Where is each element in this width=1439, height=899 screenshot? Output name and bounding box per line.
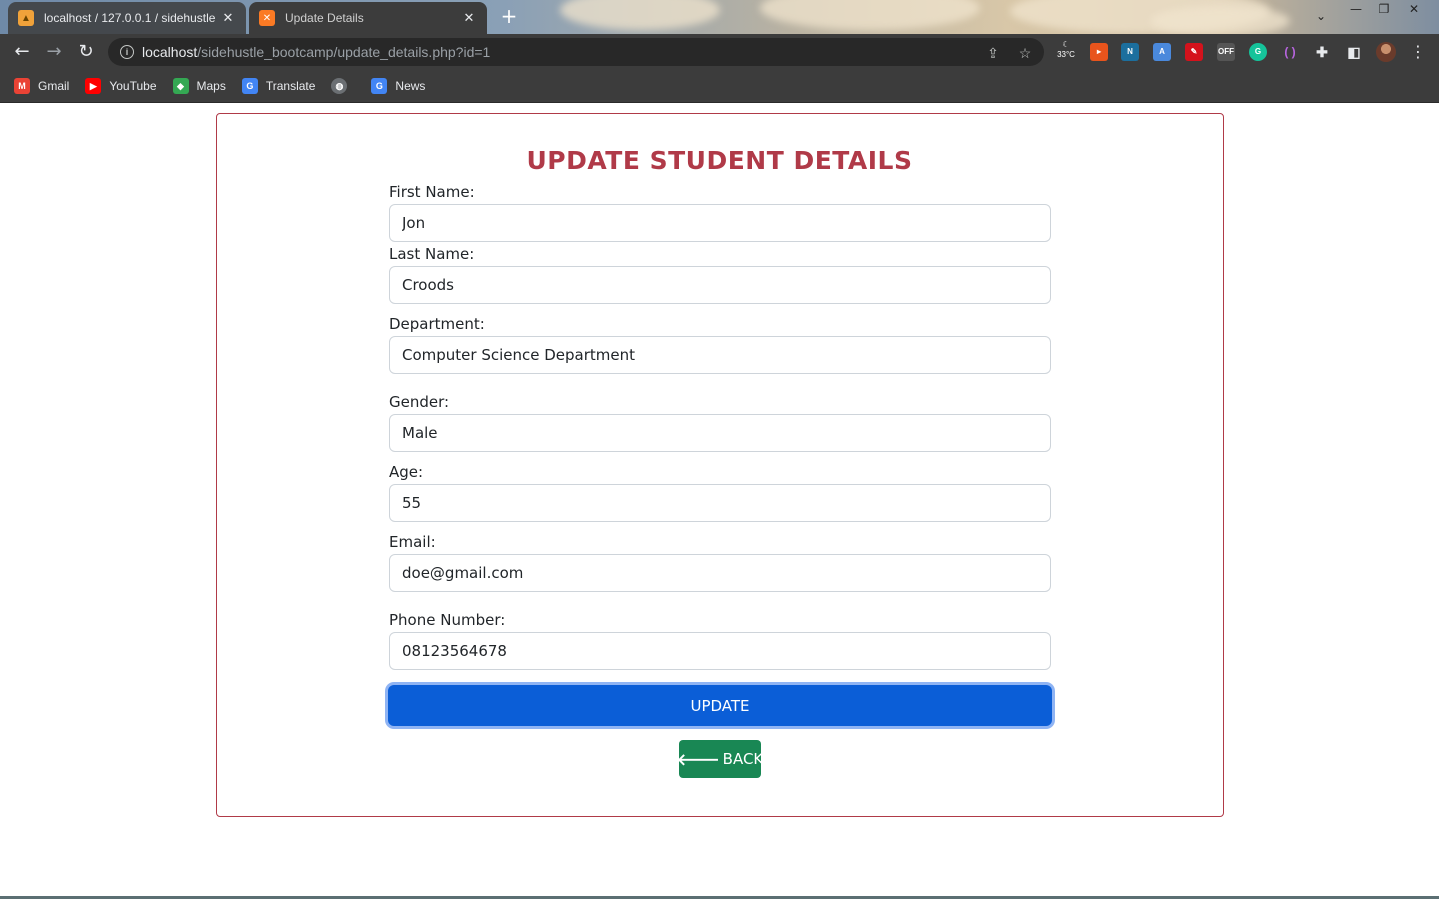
browser-toolbar: ← → ↻ i localhost/sidehustle_bootcamp/up… — [0, 34, 1439, 70]
info-icon[interactable]: i — [120, 45, 134, 59]
news-icon: G — [371, 78, 388, 94]
close-window-button[interactable]: ✕ — [1400, 0, 1428, 20]
back-button[interactable]: 🡐 BACK — [676, 740, 764, 778]
tab-strip: ▲ localhost / 127.0.0.1 / sidehustle ✕ ✕… — [0, 0, 1439, 34]
email-label: Email: — [389, 533, 436, 551]
globe-icon: ◍ — [331, 78, 348, 94]
phone-label: Phone Number: — [389, 611, 506, 629]
bookmark-globe[interactable]: ◍ — [331, 78, 355, 94]
extension-bracket-icon[interactable]: ( ) — [1281, 43, 1299, 61]
bookmark-maps[interactable]: ◆ Maps — [172, 78, 226, 94]
bookmark-label: Maps — [196, 79, 226, 93]
bookmark-translate[interactable]: G Translate — [241, 78, 316, 94]
gmail-icon: M — [14, 78, 30, 94]
translate-icon: G — [241, 78, 258, 94]
extension-n-icon[interactable]: N — [1121, 43, 1139, 61]
update-button[interactable]: UPDATE — [388, 685, 1052, 726]
phone-input[interactable] — [389, 632, 1051, 670]
bookmark-label: YouTube — [109, 79, 157, 93]
weather-temp: 33°C — [1057, 50, 1075, 59]
tab-phpmyadmin[interactable]: ▲ localhost / 127.0.0.1 / sidehustle ✕ — [8, 2, 246, 34]
gender-input[interactable] — [389, 414, 1051, 452]
page-title: UPDATE STUDENT DETAILS — [526, 146, 913, 175]
star-icon[interactable]: ☆ — [1016, 44, 1034, 62]
department-input[interactable] — [389, 336, 1051, 374]
forward-arrow-icon[interactable]: → — [42, 40, 66, 64]
extension-a-icon[interactable]: A — [1153, 43, 1171, 61]
tab-update-details[interactable]: ✕ Update Details ✕ — [249, 2, 487, 34]
age-input[interactable] — [389, 484, 1051, 522]
first-name-label: First Name: — [389, 183, 475, 201]
weather-icon[interactable]: ☾ 33°C — [1054, 40, 1078, 60]
profile-avatar[interactable] — [1376, 42, 1396, 62]
bookmarks-bar: M Gmail ▶ YouTube ◆ Maps G Translate ◍ G… — [0, 70, 1439, 103]
bookmark-youtube[interactable]: ▶ YouTube — [85, 78, 157, 94]
url-path: /sidehustle_bootcamp/update_details.php?… — [197, 44, 491, 60]
minimize-button[interactable]: — — [1342, 0, 1370, 20]
address-bar[interactable]: i localhost/sidehustle_bootcamp/update_d… — [108, 38, 1044, 66]
restore-button[interactable]: ❐ — [1370, 0, 1398, 20]
grammarly-icon[interactable]: G — [1249, 43, 1267, 61]
last-name-input[interactable] — [389, 266, 1051, 304]
tab-search-chevron-icon[interactable]: ⌄ — [1311, 6, 1331, 26]
back-arrow-icon[interactable]: ← — [10, 40, 34, 64]
first-name-input[interactable] — [389, 204, 1051, 242]
bookmark-label: News — [395, 79, 426, 93]
sidepanel-icon[interactable]: ◧ — [1345, 43, 1363, 61]
age-label: Age: — [389, 463, 424, 481]
bookmark-label: Gmail — [38, 79, 70, 93]
puzzle-icon[interactable]: ✚ — [1313, 43, 1331, 61]
kebab-menu-icon[interactable]: ⋮ — [1406, 40, 1430, 64]
extension-off-icon[interactable]: OFF — [1217, 43, 1235, 61]
back-button-label: BACK — [722, 750, 764, 768]
phpmyadmin-icon: ▲ — [18, 10, 34, 26]
url-host: localhost — [142, 44, 198, 60]
youtube-icon: ▶ — [85, 78, 102, 94]
arrow-left-icon: 🡐 — [676, 750, 720, 769]
tab-title: Update Details — [285, 11, 364, 25]
last-name-label: Last Name: — [389, 245, 475, 263]
bookmark-label: Translate — [265, 79, 316, 93]
tab-title: localhost / 127.0.0.1 / sidehustle — [44, 11, 216, 25]
email-input[interactable] — [389, 554, 1051, 592]
close-icon[interactable]: ✕ — [220, 10, 236, 26]
gender-label: Gender: — [389, 393, 450, 411]
extension-orange-icon[interactable]: ▸ — [1090, 43, 1108, 61]
xampp-icon: ✕ — [259, 10, 275, 26]
department-label: Department: — [389, 315, 485, 333]
new-tab-button[interactable]: + — [498, 6, 520, 28]
close-icon[interactable]: ✕ — [461, 10, 477, 26]
share-icon[interactable]: ⇪ — [984, 44, 1002, 62]
bookmark-news[interactable]: G News — [371, 78, 425, 94]
reload-icon[interactable]: ↻ — [74, 40, 98, 64]
bookmark-gmail[interactable]: M Gmail — [14, 78, 69, 94]
maps-icon: ◆ — [172, 78, 189, 94]
acrobat-icon[interactable]: ✎ — [1185, 43, 1203, 61]
